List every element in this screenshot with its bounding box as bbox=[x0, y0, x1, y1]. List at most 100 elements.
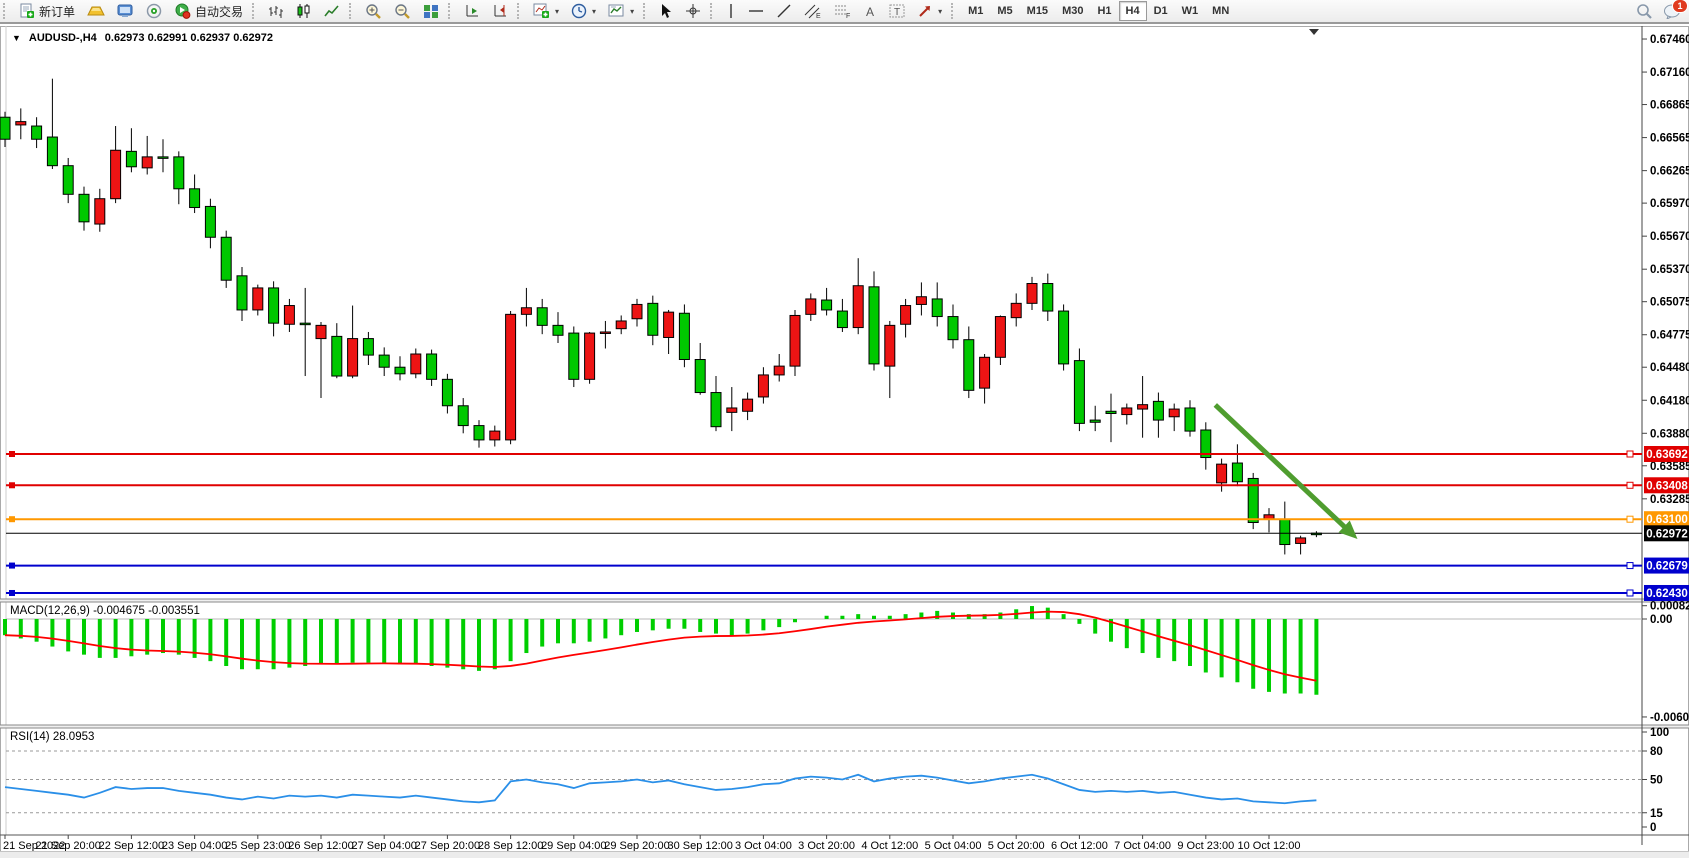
timeframe-h4-button[interactable]: H4 bbox=[1119, 1, 1147, 21]
candle-body bbox=[348, 339, 358, 376]
text-a-icon: A bbox=[864, 4, 877, 19]
price-level-badge-label: 0.62679 bbox=[1646, 561, 1688, 573]
candle-body bbox=[1122, 408, 1132, 415]
timeframe-m1-button[interactable]: M1 bbox=[961, 1, 990, 21]
new-order-button[interactable]: 新订单 bbox=[13, 0, 81, 22]
chart-window[interactable]: ▼ AUDUSD-,H4 0.62973 0.62991 0.62937 0.6… bbox=[0, 22, 1689, 858]
price-tick-label: 0.63285 bbox=[1650, 494, 1689, 506]
candlestick-chart-button[interactable] bbox=[290, 0, 318, 22]
zoom-out-button[interactable] bbox=[388, 0, 417, 22]
candle-body bbox=[111, 150, 121, 198]
candle-body bbox=[1043, 284, 1053, 312]
toolbar-drag-handle[interactable] bbox=[448, 3, 455, 19]
svg-text:T: T bbox=[894, 7, 900, 18]
toolbar-right-icons: 1 bbox=[1636, 0, 1681, 22]
candle-body bbox=[964, 340, 974, 391]
line-anchor-handle[interactable] bbox=[9, 516, 15, 522]
crosshair-button[interactable] bbox=[679, 0, 707, 22]
vertical-line-button[interactable] bbox=[720, 0, 742, 22]
cursor-button[interactable] bbox=[653, 0, 679, 22]
candle-body bbox=[790, 315, 800, 366]
chart-window-border bbox=[1, 27, 1689, 855]
chart-shift-button[interactable] bbox=[486, 0, 514, 22]
chat-notification-icon[interactable]: 1 bbox=[1663, 3, 1681, 19]
auto-trading-button[interactable]: 自动交易 bbox=[168, 0, 249, 22]
candle-body bbox=[774, 366, 784, 375]
text-button[interactable]: A bbox=[858, 0, 883, 22]
timeframe-mn-button[interactable]: MN bbox=[1205, 1, 1236, 21]
chart-collapse-icon[interactable]: ▼ bbox=[12, 33, 21, 43]
candle-body bbox=[1169, 409, 1179, 417]
candlestick-chart-icon bbox=[296, 3, 312, 19]
dropdown-chevron-icon[interactable]: ▾ bbox=[555, 7, 559, 16]
line-anchor-handle[interactable] bbox=[9, 451, 15, 457]
timeframe-d1-button[interactable]: D1 bbox=[1147, 1, 1175, 21]
bar-chart-button[interactable] bbox=[262, 0, 290, 22]
candle-body bbox=[205, 206, 215, 237]
candle-body bbox=[142, 157, 152, 168]
line-anchor-handle[interactable] bbox=[1627, 563, 1633, 569]
chart-type-group bbox=[249, 0, 346, 22]
line-anchor-handle[interactable] bbox=[1627, 451, 1633, 457]
candle-body bbox=[995, 317, 1005, 358]
indicators-button[interactable]: ▾ bbox=[527, 0, 565, 22]
insert-group: ▾ ▾ ▾ bbox=[514, 0, 640, 22]
candle-body bbox=[395, 367, 405, 374]
dropdown-chevron-icon[interactable]: ▾ bbox=[630, 7, 634, 16]
candle-body bbox=[948, 317, 958, 340]
line-anchor-handle[interactable] bbox=[9, 482, 15, 488]
line-anchor-handle[interactable] bbox=[9, 590, 15, 596]
text-label-button[interactable]: T bbox=[883, 0, 911, 22]
toolbar-drag-handle[interactable] bbox=[252, 3, 259, 19]
zoom-in-button[interactable] bbox=[359, 0, 388, 22]
toolbar-drag-handle[interactable] bbox=[349, 3, 356, 19]
templates-button[interactable]: ▾ bbox=[602, 0, 640, 22]
candle-body bbox=[458, 406, 468, 426]
toolbar-drag-handle[interactable] bbox=[3, 3, 10, 19]
auto-scroll-button[interactable] bbox=[458, 0, 486, 22]
indicators-icon bbox=[533, 3, 550, 19]
tile-windows-button[interactable] bbox=[417, 0, 445, 22]
toolbar-drag-handle[interactable] bbox=[951, 3, 958, 19]
search-icon[interactable] bbox=[1636, 3, 1653, 20]
line-chart-button[interactable] bbox=[318, 0, 346, 22]
candle-body bbox=[521, 308, 531, 315]
line-anchor-handle[interactable] bbox=[1627, 482, 1633, 488]
equidistant-channel-button[interactable]: E bbox=[798, 0, 828, 22]
line-anchor-handle[interactable] bbox=[1627, 516, 1633, 522]
toolbar-drag-handle[interactable] bbox=[710, 3, 717, 19]
arrows-tool-button[interactable]: ▾ bbox=[911, 0, 948, 22]
line-chart-icon bbox=[324, 4, 340, 19]
timeframe-h1-button[interactable]: H1 bbox=[1090, 1, 1118, 21]
trendline-button[interactable] bbox=[770, 0, 798, 22]
chart-canvas[interactable]: 0.674600.671600.668650.665650.662650.659… bbox=[0, 24, 1689, 858]
dropdown-chevron-icon[interactable]: ▾ bbox=[592, 7, 596, 16]
timeframe-w1-button[interactable]: W1 bbox=[1175, 1, 1206, 21]
candle-body bbox=[1138, 405, 1148, 409]
candle-body bbox=[632, 304, 642, 318]
candle-body bbox=[332, 336, 342, 376]
candle-body bbox=[427, 354, 437, 379]
candle-body bbox=[648, 303, 658, 335]
news-button[interactable] bbox=[140, 0, 168, 22]
candle-body bbox=[284, 306, 294, 325]
mql5-market-button[interactable] bbox=[81, 0, 111, 22]
chart-ohlc-values: 0.62973 0.62991 0.62937 0.62972 bbox=[105, 32, 273, 44]
fibonacci-button[interactable]: F bbox=[828, 0, 858, 22]
candle-body bbox=[442, 379, 452, 405]
timeframe-m30-button[interactable]: M30 bbox=[1055, 1, 1090, 21]
candle-body bbox=[411, 354, 421, 374]
dropdown-chevron-icon[interactable]: ▾ bbox=[938, 7, 942, 16]
timeframe-m15-button[interactable]: M15 bbox=[1020, 1, 1055, 21]
candle-body bbox=[553, 325, 563, 335]
periods-button[interactable]: ▾ bbox=[565, 0, 602, 22]
terminal-button[interactable] bbox=[111, 0, 140, 22]
toolbar-drag-handle[interactable] bbox=[643, 3, 650, 19]
timeframe-m5-button[interactable]: M5 bbox=[990, 1, 1019, 21]
horizontal-line-button[interactable] bbox=[742, 0, 770, 22]
candle-body bbox=[300, 323, 310, 325]
toolbar-drag-handle[interactable] bbox=[517, 3, 524, 19]
rsi-tick-label: 15 bbox=[1650, 808, 1663, 820]
line-anchor-handle[interactable] bbox=[9, 563, 15, 569]
line-anchor-handle[interactable] bbox=[1627, 590, 1633, 596]
